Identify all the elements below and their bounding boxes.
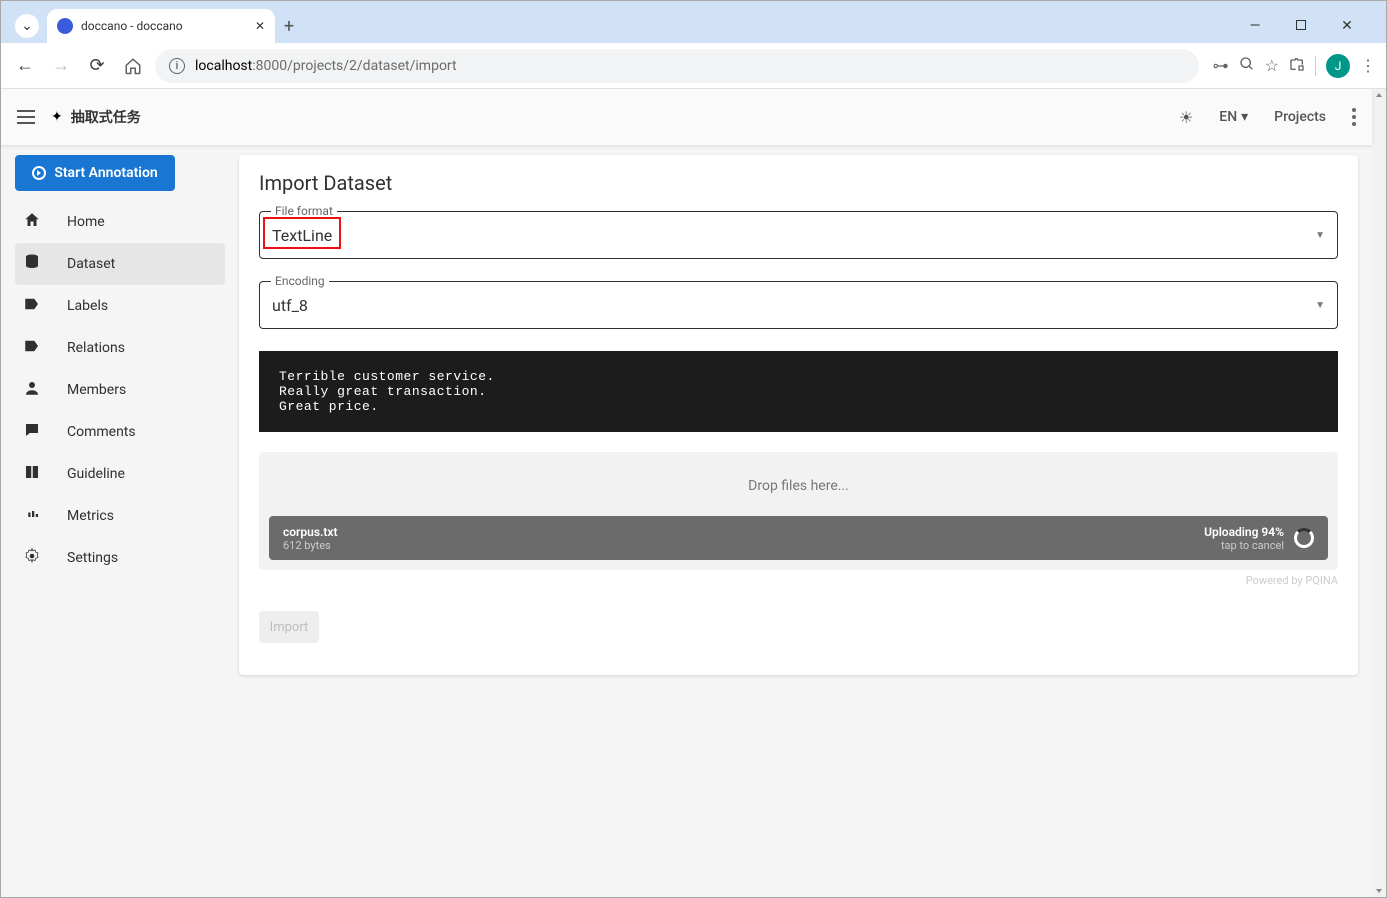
encoding-select[interactable]: utf_8 ▼ bbox=[259, 281, 1338, 329]
extensions-icon[interactable] bbox=[1289, 56, 1305, 76]
menu-toggle-button[interactable] bbox=[17, 110, 35, 124]
nav-forward-button[interactable]: → bbox=[47, 55, 75, 76]
upload-status: Uploading 94% bbox=[1204, 525, 1284, 539]
window-controls: — ✕ bbox=[1240, 18, 1378, 34]
encoding-label: Encoding bbox=[271, 274, 329, 288]
nav-back-button[interactable]: ← bbox=[11, 55, 39, 76]
spinner-icon[interactable] bbox=[1294, 528, 1314, 548]
tab-close-icon[interactable]: ✕ bbox=[255, 19, 265, 33]
app-toolbar: ✦ 抽取式任务 ☀ EN▾ Projects bbox=[1, 89, 1372, 145]
sidebar-item-comments[interactable]: Comments bbox=[15, 411, 225, 453]
new-tab-button[interactable]: + bbox=[275, 16, 303, 37]
tab-strip: ⌄ doccano - doccano ✕ + — ✕ bbox=[1, 9, 1386, 43]
tabs-dropdown[interactable]: ⌄ bbox=[15, 14, 39, 38]
brand-icon: ✦ bbox=[51, 109, 63, 125]
sidebar: Start Annotation Home Dataset Labels Re bbox=[15, 155, 225, 897]
main-content: Import Dataset File format TextLine ▼ En… bbox=[239, 155, 1358, 675]
preview-panel: Terrible customer service. Really great … bbox=[259, 351, 1338, 432]
file-format-label: File format bbox=[271, 204, 337, 218]
file-size: 612 bytes bbox=[283, 539, 338, 552]
sidebar-item-metrics[interactable]: Metrics bbox=[15, 495, 225, 537]
book-icon bbox=[21, 463, 43, 485]
home-icon bbox=[21, 211, 43, 233]
projects-link[interactable]: Projects bbox=[1274, 109, 1326, 125]
person-icon bbox=[21, 379, 43, 401]
window-minimize-button[interactable]: — bbox=[1240, 18, 1270, 34]
window-maximize-button[interactable] bbox=[1286, 18, 1316, 34]
start-annotation-button[interactable]: Start Annotation bbox=[15, 155, 175, 191]
page-title: Import Dataset bbox=[259, 171, 1338, 195]
browser-tab-active[interactable]: doccano - doccano ✕ bbox=[47, 9, 275, 43]
gear-icon bbox=[21, 547, 43, 569]
sidebar-item-dataset[interactable]: Dataset bbox=[15, 243, 225, 285]
window-close-button[interactable]: ✕ bbox=[1332, 18, 1362, 34]
play-icon bbox=[32, 166, 46, 180]
sidebar-item-members[interactable]: Members bbox=[15, 369, 225, 411]
uploading-file-row[interactable]: corpus.txt 612 bytes Uploading 94% tap t… bbox=[269, 516, 1328, 560]
nav-reload-button[interactable]: ⟳ bbox=[83, 55, 111, 76]
chevron-down-icon: ▼ bbox=[1315, 230, 1325, 241]
chevron-down-icon: ▼ bbox=[1315, 300, 1325, 311]
nav-home-button[interactable] bbox=[119, 57, 147, 75]
password-key-icon[interactable]: ⊶ bbox=[1213, 56, 1229, 75]
comment-icon bbox=[21, 421, 43, 443]
project-name: 抽取式任务 bbox=[71, 107, 141, 127]
label-icon bbox=[21, 337, 43, 359]
bookmark-star-icon[interactable]: ☆ bbox=[1265, 56, 1279, 75]
label-icon bbox=[21, 295, 43, 317]
dropzone-text: Drop files here... bbox=[269, 478, 1328, 494]
theme-toggle-icon[interactable]: ☀ bbox=[1179, 108, 1193, 127]
chart-icon bbox=[21, 505, 43, 527]
browser-chrome: ⌄ doccano - doccano ✕ + — ✕ ← → ⟳ i loca… bbox=[1, 1, 1386, 89]
page-scrollbar[interactable] bbox=[1372, 89, 1386, 897]
zoom-icon[interactable] bbox=[1239, 56, 1255, 76]
import-button[interactable]: Import bbox=[259, 611, 319, 643]
file-format-select[interactable]: TextLine ▼ bbox=[259, 211, 1338, 259]
favicon bbox=[57, 18, 73, 34]
tab-title: doccano - doccano bbox=[81, 19, 247, 33]
database-icon bbox=[21, 253, 43, 275]
sidebar-item-home[interactable]: Home bbox=[15, 201, 225, 243]
chrome-menu-icon[interactable]: ⋮ bbox=[1360, 56, 1376, 75]
sidebar-item-labels[interactable]: Labels bbox=[15, 285, 225, 327]
url-field[interactable]: i localhost:8000/projects/2/dataset/impo… bbox=[155, 49, 1199, 83]
language-selector[interactable]: EN▾ bbox=[1219, 109, 1248, 125]
address-bar: ← → ⟳ i localhost:8000/projects/2/datase… bbox=[1, 43, 1386, 89]
profile-avatar[interactable]: J bbox=[1326, 54, 1350, 78]
sidebar-item-guideline[interactable]: Guideline bbox=[15, 453, 225, 495]
upload-substatus: tap to cancel bbox=[1221, 539, 1284, 552]
app-viewport: ✦ 抽取式任务 ☀ EN▾ Projects Start Annotation … bbox=[1, 89, 1386, 897]
url-text: localhost:8000/projects/2/dataset/import bbox=[195, 58, 457, 74]
site-info-icon[interactable]: i bbox=[169, 58, 185, 74]
separator bbox=[1315, 56, 1316, 76]
sidebar-item-settings[interactable]: Settings bbox=[15, 537, 225, 579]
powered-by-text: Powered by PQINA bbox=[259, 574, 1338, 587]
sidebar-item-relations[interactable]: Relations bbox=[15, 327, 225, 369]
dropzone[interactable]: Drop files here... corpus.txt 612 bytes … bbox=[259, 452, 1338, 570]
overflow-menu-icon[interactable] bbox=[1352, 108, 1356, 126]
file-name: corpus.txt bbox=[283, 525, 338, 539]
